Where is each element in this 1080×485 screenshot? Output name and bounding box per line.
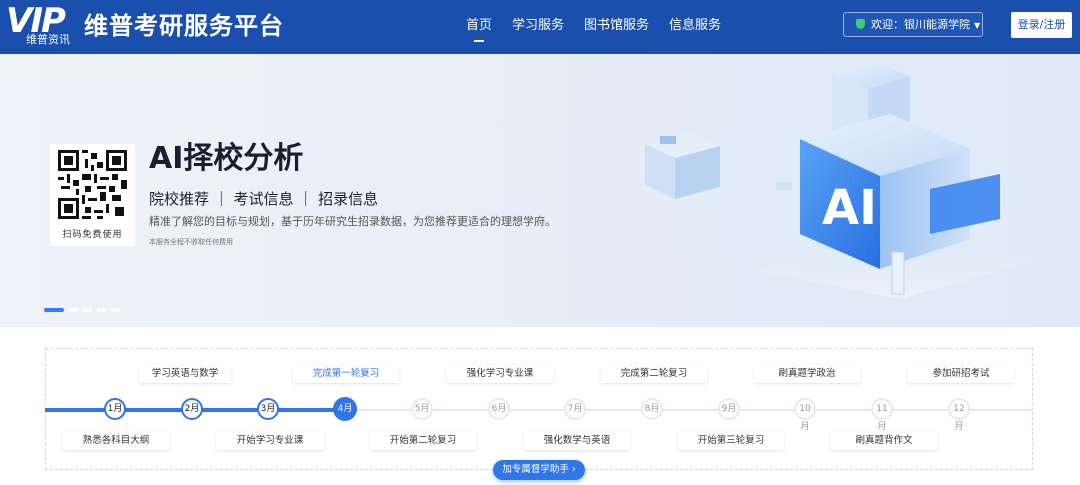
carousel-dot-3[interactable]	[83, 308, 92, 312]
month-7[interactable]: 7月	[564, 398, 586, 420]
caret-down-icon: ▼	[974, 21, 981, 30]
carousel-dot-2[interactable]	[69, 308, 78, 312]
milestone-top-2: 完成第一轮复习	[293, 365, 399, 383]
milestone-bottom-4: 强化数学与英语	[524, 432, 630, 450]
hero-banner[interactable]: 扫码免费使用 AI择校分析 院校推荐 ｜ 考试信息 ｜ 招录信息 精准了解您的目…	[0, 54, 1080, 327]
banner-note: 本服务全程不收取任何费用	[149, 238, 233, 246]
banner-tags: 院校推荐 ｜ 考试信息 ｜ 招录信息	[149, 190, 379, 208]
qr-caption: 扫码免费使用	[62, 230, 123, 240]
carousel-indicators	[44, 308, 125, 312]
milestone-top-5: 刷真题学政治	[754, 365, 860, 383]
milestone-bottom-5: 开始第三轮复习	[678, 432, 784, 450]
main-nav: 首页 学习服务 图书馆服务 信息服务	[466, 17, 741, 42]
carousel-dot-1[interactable]	[44, 308, 64, 312]
platform-name: 维普考研服务平台	[84, 12, 284, 40]
milestone-top-3: 强化学习专业课	[446, 365, 554, 383]
shield-icon	[856, 19, 865, 29]
qr-card: 扫码免费使用	[50, 144, 135, 246]
ai-cube-illustration: AI	[645, 62, 1040, 299]
milestone-top-1: 学习英语与数学	[139, 365, 231, 383]
milestone-top-6: 参加研招考试	[908, 365, 1014, 383]
month-6[interactable]: 6月	[488, 398, 510, 420]
month-2[interactable]: 2月	[181, 398, 203, 420]
ai-cube-text: AI	[822, 180, 877, 236]
month-9[interactable]: 9月	[718, 398, 740, 420]
nav-library-services[interactable]: 图书馆服务	[584, 17, 649, 35]
add-study-assistant-button[interactable]: 加专属督学助手 ›	[493, 460, 585, 480]
month-3[interactable]: 3月	[257, 398, 279, 420]
top-navbar: VIP 维普资讯 维普考研服务平台 首页 学习服务 图书馆服务 信息服务 欢迎：…	[0, 0, 1080, 54]
nav-home[interactable]: 首页	[466, 17, 492, 42]
vip-logo[interactable]: VIP 维普资讯	[6, 4, 78, 48]
month-8[interactable]: 8月	[641, 398, 663, 420]
milestone-bottom-2: 开始学习专业课	[216, 432, 324, 450]
month-10[interactable]: 10月	[794, 398, 816, 432]
institution-dropdown[interactable]: 欢迎：银川能源学院 ▼	[843, 12, 983, 37]
banner-title: AI择校分析	[149, 141, 304, 176]
carousel-dot-4[interactable]	[97, 308, 106, 312]
logo-subtitle: 维普资讯	[26, 33, 70, 46]
month-11[interactable]: 11月	[871, 398, 893, 432]
login-register-button[interactable]: 登录/注册	[1011, 12, 1072, 38]
qr-code-icon	[58, 150, 127, 219]
nav-info-services[interactable]: 信息服务	[669, 17, 721, 35]
milestone-bottom-1: 熟悉各科目大纲	[63, 432, 169, 450]
month-4-current[interactable]: 4月	[333, 397, 357, 421]
nav-study-services[interactable]: 学习服务	[512, 17, 564, 35]
welcome-text: 欢迎：银川能源学院	[871, 18, 970, 31]
month-5[interactable]: 5月	[411, 398, 433, 420]
banner-description: 精准了解您的目标与规划，基于历年研究生招录数据，为您推荐更适合的理想学府。	[149, 215, 556, 228]
month-1[interactable]: 1月	[104, 398, 126, 420]
month-12[interactable]: 12月	[948, 398, 970, 432]
carousel-dot-5[interactable]	[111, 308, 120, 312]
milestone-bottom-3: 开始第二轮复习	[370, 432, 476, 450]
milestone-bottom-6: 刷真题背作文	[831, 432, 937, 450]
milestone-top-4: 完成第二轮复习	[601, 365, 707, 383]
